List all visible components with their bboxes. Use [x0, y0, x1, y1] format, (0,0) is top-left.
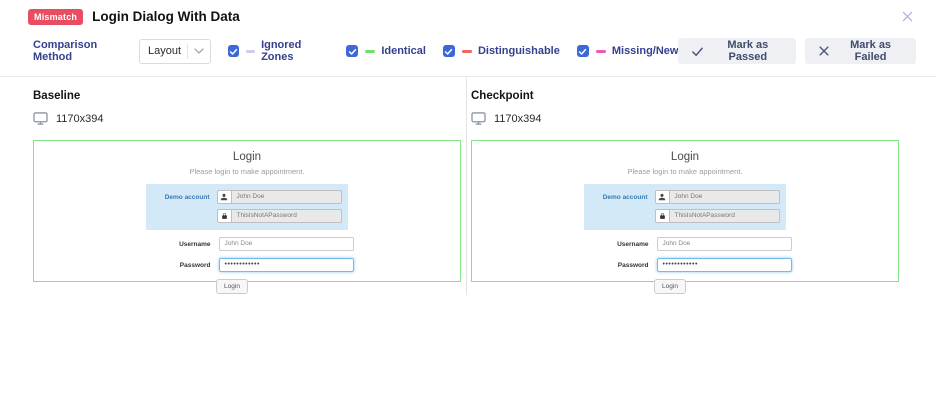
checkpoint-panel: Checkpoint 1170x394 Login Please login t… [467, 77, 936, 295]
baseline-resolution-row: 1170x394 [33, 112, 461, 125]
screenshot-password-row: Password •••••••••••• [34, 258, 460, 272]
mark-as-passed-label: Mark as Passed [727, 39, 769, 63]
checkpoint-resolution: 1170x394 [494, 112, 542, 125]
screenshot-demo-username-row: Demo account John Doe [584, 190, 786, 204]
screenshot-password-label: Password [179, 261, 211, 269]
screenshot-demo-account-label: Demo account [602, 193, 648, 201]
close-icon[interactable] [897, 8, 918, 25]
mark-as-passed-button[interactable]: Mark as Passed [678, 38, 797, 64]
baseline-panel: Baseline 1170x394 Login Please login to … [0, 77, 467, 295]
screenshot-username-row: Username John Doe [34, 237, 460, 251]
legend-item-identical: Identical [346, 45, 426, 57]
screenshot-login-button: Login [654, 279, 686, 294]
mark-as-failed-label: Mark as Failed [850, 39, 892, 63]
lock-icon [216, 209, 232, 223]
screenshot-demo-account-label: Demo account [164, 193, 210, 201]
screenshot-demo-password-value: ThisIsNotAPassword [231, 209, 342, 223]
screenshot-demo-password-value: ThisIsNotAPassword [669, 209, 780, 223]
toolbar: Comparison Method Layout Ignored Zones I… [0, 30, 936, 76]
checkpoint-title: Checkpoint [471, 90, 534, 102]
legend-item-distinguishable: Distinguishable [442, 45, 560, 57]
screenshot-password-label: Password [617, 261, 649, 269]
page-title: Login Dialog With Data [92, 9, 240, 24]
ignored-zones-color-swatch [246, 49, 256, 53]
person-icon [654, 190, 670, 204]
screenshot-login-button-row: Login [34, 279, 460, 294]
checkpoint-resolution-row: 1170x394 [471, 112, 899, 125]
ignored-zones-checkbox[interactable] [228, 45, 240, 57]
legend-label: Identical [381, 45, 426, 57]
identical-color-swatch [365, 49, 376, 53]
monitor-icon [33, 112, 48, 125]
login-row-spacer [576, 279, 654, 294]
screenshot-password-row: Password •••••••••••• [472, 258, 898, 272]
screenshot-demo-username-value: John Doe [231, 190, 342, 204]
screenshot-login-button-row: Login [472, 279, 898, 294]
missing-new-color-swatch [595, 49, 606, 53]
screenshot-demo-password-row: ThisIsNotAPassword [584, 209, 786, 223]
comparison-method-label: Comparison Method [33, 39, 98, 63]
screenshot-login-button: Login [216, 279, 248, 294]
legend-item-missing-new: Missing/New [576, 45, 679, 57]
screenshot-demo-panel: Demo account John Doe ThisIsNotAPassword [146, 184, 348, 230]
screenshot-login-subtitle: Please login to make appointment. [189, 167, 305, 176]
x-icon [818, 45, 830, 57]
screenshot-demo-username-value: John Doe [669, 190, 780, 204]
screenshot-login-title: Login [670, 151, 700, 163]
screenshot-username-input: John Doe [218, 237, 354, 251]
screenshot-demo-panel: Demo account John Doe ThisIsNotAPassword [584, 184, 786, 230]
checkpoint-screenshot[interactable]: Login Please login to make appointment. … [471, 140, 899, 294]
dialog-header: Mismatch Login Dialog With Data [0, 0, 936, 30]
screenshot-demo-password-row: ThisIsNotAPassword [146, 209, 348, 223]
check-icon [691, 45, 704, 58]
distinguishable-checkbox[interactable] [442, 45, 455, 57]
identical-checkbox[interactable] [346, 45, 359, 57]
screenshot-password-input: •••••••••••• [656, 258, 792, 272]
person-icon [216, 190, 232, 204]
screenshot-username-label: Username [617, 240, 649, 248]
login-row-filler [686, 279, 794, 294]
legend-label: Distinguishable [477, 45, 560, 57]
baseline-screenshot[interactable]: Login Please login to make appointment. … [33, 140, 461, 294]
screenshot-demo-username-row: Demo account John Doe [146, 190, 348, 204]
screenshot-login-subtitle: Please login to make appointment. [627, 167, 743, 176]
missing-new-checkbox[interactable] [576, 45, 589, 57]
comparison-area: Baseline 1170x394 Login Please login to … [0, 77, 936, 295]
baseline-resolution: 1170x394 [56, 112, 104, 125]
status-badge: Mismatch [28, 8, 84, 25]
screenshot-login-title: Login [232, 151, 262, 163]
monitor-icon [471, 112, 486, 125]
chevron-down-icon [188, 48, 210, 54]
baseline-title: Baseline [33, 90, 81, 102]
legend-label: Ignored Zones [261, 39, 302, 63]
login-row-spacer [138, 279, 216, 294]
comparison-method-value: Layout [148, 45, 182, 57]
lock-icon [654, 209, 670, 223]
login-row-filler [248, 279, 356, 294]
legend-item-ignored-zones: Ignored Zones [228, 39, 329, 63]
legend-label: Missing/New [611, 45, 679, 57]
screenshot-username-input: John Doe [656, 237, 792, 251]
screenshot-username-label: Username [179, 240, 211, 248]
mark-as-failed-button[interactable]: Mark as Failed [805, 38, 916, 64]
comparison-method-select[interactable]: Layout [139, 38, 212, 64]
distinguishable-color-swatch [461, 49, 472, 53]
screenshot-username-row: Username John Doe [472, 237, 898, 251]
toolbar-actions: Mark as Passed Mark as Failed [678, 38, 916, 64]
screenshot-password-input: •••••••••••• [218, 258, 354, 272]
